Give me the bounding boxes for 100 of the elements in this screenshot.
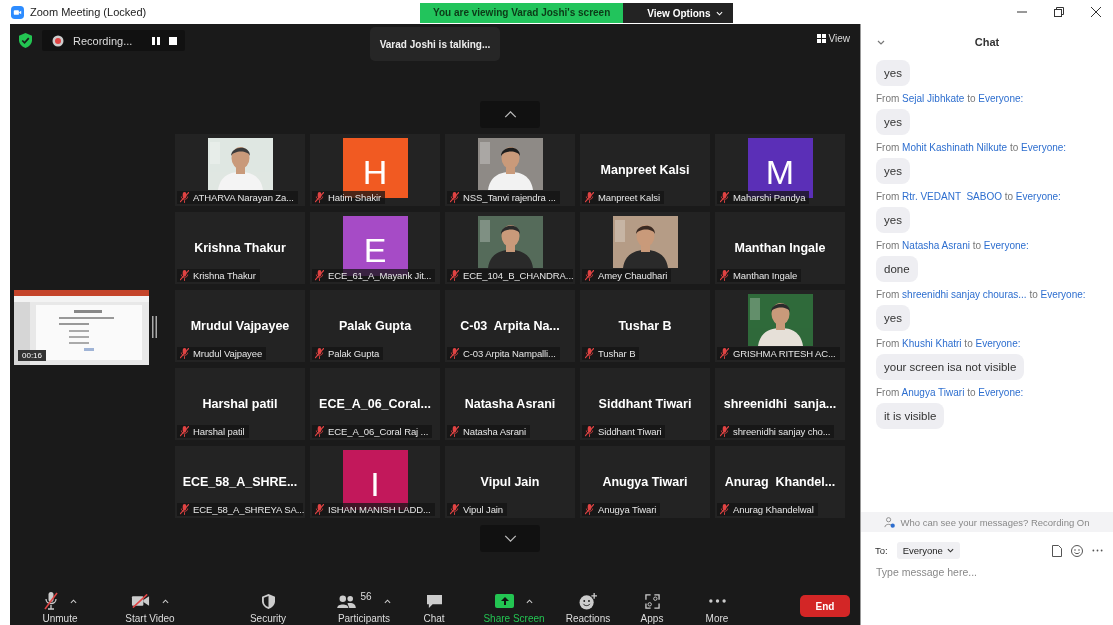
stop-icon[interactable] xyxy=(169,36,177,45)
name-label: Anugya Tiwari xyxy=(582,503,661,516)
more-icon[interactable] xyxy=(1092,549,1103,552)
toolbar-label[interactable]: Reactions xyxy=(565,613,611,624)
message-header: From Natasha Asrani to Everyone: xyxy=(876,240,1029,251)
window-title: Zoom Meeting (Locked) xyxy=(30,6,147,18)
name-label: Natasha Asrani xyxy=(447,425,531,438)
to-label: To: xyxy=(875,545,888,556)
upload-arrow-icon xyxy=(499,596,510,606)
toolbar-button[interactable] xyxy=(261,591,275,611)
caret-icon[interactable] xyxy=(383,598,391,604)
name-label: ECE_A_06_Coral Raj ... xyxy=(312,425,433,438)
view-button[interactable]: View xyxy=(816,33,850,44)
message-header: From shreenidhi sanjay chouras... to Everyone: xyxy=(876,289,1086,300)
toolbar-label[interactable]: Chat xyxy=(423,613,445,624)
name-label: shreenidhi sanjay cho... xyxy=(717,425,835,438)
app-logo-icon xyxy=(11,5,24,19)
toolbar-label[interactable]: Participants xyxy=(337,613,391,624)
message-header: From Mohit Kashinath Nilkute to Everyone: xyxy=(876,142,1067,153)
participant-name: Anurag Khandel... xyxy=(724,474,836,490)
person-icon xyxy=(884,516,896,528)
participant-name: Krishna Thakur xyxy=(194,240,286,256)
name-label: Manthan Ingale xyxy=(717,269,802,282)
name-label: Palak Gupta xyxy=(312,347,384,360)
message-header: From Anugya Tiwari to Everyone: xyxy=(876,387,1024,398)
apps-icon xyxy=(644,593,660,609)
recording-status: Recording... xyxy=(73,34,134,47)
more-icon xyxy=(708,599,726,603)
resize-handle-icon[interactable] xyxy=(152,316,157,338)
message-header: From Rtr. VEDANT SABOO to Everyone: xyxy=(876,191,1061,202)
name-label: GRISHMA RITESH AC... xyxy=(717,347,840,360)
message-bubble: it is visible xyxy=(876,403,945,429)
caret-icon[interactable] xyxy=(526,598,533,604)
name-label: Anurag Khandelwal xyxy=(717,503,818,516)
people-icon xyxy=(337,594,357,608)
record-dot-icon xyxy=(52,34,64,47)
toolbar-label[interactable]: Unmute xyxy=(42,613,78,624)
shield-icon xyxy=(261,593,275,609)
toolbar-label[interactable]: Start Video xyxy=(125,613,175,624)
chat-title: Chat xyxy=(973,36,1001,48)
video-off-icon xyxy=(131,594,150,608)
participant-name: Manpreet Kalsi xyxy=(600,162,690,178)
toolbar-label[interactable]: Share Screen xyxy=(483,613,545,624)
pause-icon[interactable] xyxy=(152,36,160,45)
participant-name: C-03 Arpita Na... xyxy=(460,318,560,334)
toolbar-button[interactable] xyxy=(131,591,150,611)
participant-name: Mrudul Vajpayee xyxy=(190,318,290,334)
caret-icon[interactable] xyxy=(162,598,169,604)
message-bubble: yes xyxy=(876,207,910,233)
message-header: From Sejal Jibhkate to Everyone: xyxy=(876,93,1024,104)
close-icon[interactable] xyxy=(1091,7,1101,17)
grid-icon xyxy=(816,34,826,43)
recipient-dropdown[interactable]: Everyone xyxy=(896,542,960,559)
participant-name: Harshal patil xyxy=(202,396,278,412)
caret-icon[interactable] xyxy=(69,598,77,604)
toolbar-label[interactable]: Security xyxy=(249,613,287,624)
file-icon[interactable] xyxy=(1052,544,1062,557)
name-label: ECE_104_B_CHANDRA... xyxy=(447,269,573,282)
message-bubble: yes xyxy=(876,158,910,184)
name-label: Mrudul Vajpayee xyxy=(177,347,267,360)
view-options-button[interactable]: View Options xyxy=(623,3,734,23)
toolbar-label[interactable]: More xyxy=(705,613,729,624)
share-screen-button[interactable] xyxy=(495,594,514,608)
chat-bubble-icon xyxy=(425,593,443,609)
participant-name: ECE_58_A_SHRE... xyxy=(182,474,298,490)
message-bubble: yes xyxy=(876,109,910,135)
timer-label: 00:16 xyxy=(18,350,47,361)
name-label: Hatim Shakir xyxy=(312,191,386,204)
name-label: ATHARVA Narayan Za... xyxy=(177,191,298,204)
chevron-up-icon xyxy=(503,111,517,118)
name-label: C-03 Arpita Nampalli... xyxy=(447,347,560,360)
toolbar-label[interactable]: Apps xyxy=(640,613,664,624)
participant-name: Manthan Ingale xyxy=(734,240,826,256)
name-label: ECE_58_A_SHREYA SA... xyxy=(177,503,303,516)
message-bubble: yes xyxy=(876,60,910,86)
name-label: Tushar B xyxy=(582,347,640,360)
caret-icon xyxy=(716,10,724,16)
end-button[interactable]: End xyxy=(800,595,850,617)
message-header: From Khushi Khatri to Everyone: xyxy=(876,338,1021,349)
participant-name: Natasha Asrani xyxy=(464,396,556,412)
chevron-down-icon xyxy=(503,535,517,542)
talking-tooltip: Varad Joshi is talking... xyxy=(370,27,500,61)
name-label: Krishna Thakur xyxy=(177,269,260,282)
name-label: Siddhant Tiwari xyxy=(582,425,666,438)
emoji-icon[interactable] xyxy=(1071,544,1083,557)
name-label: Maharshi Pandya xyxy=(717,191,810,204)
name-label: Harshal patil xyxy=(177,425,249,438)
toolbar-button[interactable] xyxy=(578,591,598,611)
name-label: ISHAN MANISH LADD... xyxy=(312,503,435,516)
message-bubble: done xyxy=(876,256,918,282)
toolbar-button[interactable] xyxy=(43,591,58,611)
participant-name: Vipul Jain xyxy=(480,474,540,490)
restore-icon[interactable] xyxy=(1054,7,1064,17)
participant-name: Anugya Tiwari xyxy=(602,474,688,490)
toolbar-button[interactable] xyxy=(644,591,660,611)
name-label: Amey Chaudhari xyxy=(582,269,672,282)
collapse-icon[interactable] xyxy=(877,39,885,45)
name-label: Vipul Jain xyxy=(447,503,508,516)
participant-count: 56 xyxy=(360,591,372,602)
caret-icon xyxy=(946,548,954,553)
